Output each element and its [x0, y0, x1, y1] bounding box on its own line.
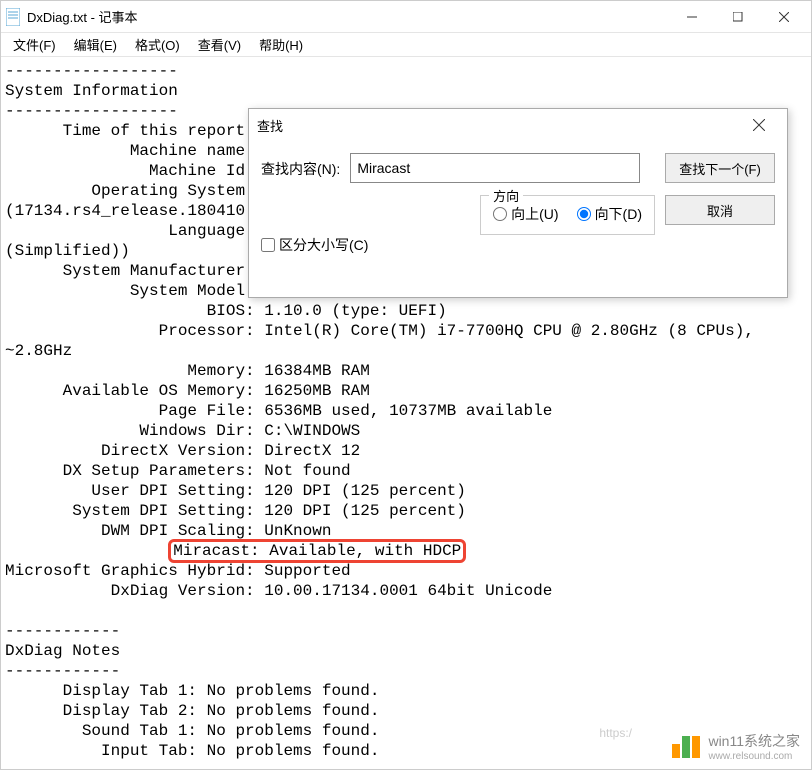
text-line: (17134.rs4_release.180410: [5, 202, 245, 220]
find-dialog-body: 查找内容(N): 查找下一个(F) 区分大小写(C) 方向 向上(U) 向下(D…: [249, 141, 787, 267]
text-line: ------------: [5, 662, 120, 680]
text-line: Machine name: [5, 142, 245, 160]
text-line: DxDiag Version: 10.00.17134.0001 64bit U…: [5, 582, 552, 600]
match-case-label: 区分大小写(C): [279, 235, 368, 255]
text-line: ------------: [5, 622, 120, 640]
text-line: BIOS: 1.10.0 (type: UEFI): [5, 302, 447, 320]
find-label: 查找内容(N):: [261, 153, 340, 179]
footer-url: https:/: [599, 726, 632, 740]
text-line: ~2.8GHz: [5, 342, 72, 360]
text-line: Sound Tab 1: No problems found.: [5, 722, 379, 740]
find-dialog-close-button[interactable]: [739, 111, 779, 139]
text-line: System Manufacturer: [5, 262, 245, 280]
find-next-button[interactable]: 查找下一个(F): [665, 153, 775, 183]
match-case-checkbox[interactable]: 区分大小写(C): [261, 235, 368, 255]
text-line: Display Tab 2: No problems found.: [5, 702, 379, 720]
find-input[interactable]: [350, 153, 640, 183]
text-line: DX Setup Parameters: Not found: [5, 462, 351, 480]
text-line: Processor: Intel(R) Core(TM) i7-7700HQ C…: [5, 322, 754, 340]
direction-up-input[interactable]: [493, 207, 507, 221]
menu-edit[interactable]: 编辑(E): [66, 33, 125, 56]
window-title: DxDiag.txt - 记事本: [27, 7, 669, 26]
direction-legend: 方向: [489, 186, 523, 205]
find-options-row: 区分大小写(C) 方向 向上(U) 向下(D): [261, 195, 655, 255]
menu-file[interactable]: 文件(F): [5, 33, 64, 56]
text-line: ------------------: [5, 62, 178, 80]
text-line: Microsoft Graphics Hybrid: Supported: [5, 562, 351, 580]
find-dialog-titlebar: 查找: [249, 109, 787, 141]
menubar: 文件(F) 编辑(E) 格式(O) 查看(V) 帮助(H): [1, 33, 811, 57]
text-line: Operating System: [5, 182, 245, 200]
menu-format[interactable]: 格式(O): [127, 33, 188, 56]
direction-group: 方向 向上(U) 向下(D): [480, 195, 655, 235]
find-next-label: 查找下一个(F): [679, 159, 761, 178]
notepad-icon: [5, 7, 21, 27]
menu-view[interactable]: 查看(V): [190, 33, 249, 56]
text-line: Memory: 16384MB RAM: [5, 362, 370, 380]
titlebar: DxDiag.txt - 记事本: [1, 1, 811, 33]
text-line: DirectX Version: DirectX 12: [5, 442, 360, 460]
text-line: DxDiag Notes: [5, 642, 120, 660]
text-line: DWM DPI Scaling: UnKnown: [5, 522, 331, 540]
direction-down-label: 向下(D): [595, 204, 642, 224]
direction-up-radio[interactable]: 向上(U): [493, 204, 558, 224]
text-line: ------------------: [5, 102, 178, 120]
watermark-text: win11系统之家: [708, 733, 800, 749]
watermark: win11系统之家 www.relsound.com: [672, 731, 800, 762]
window-controls: [669, 2, 807, 32]
cancel-label: 取消: [707, 201, 733, 220]
minimize-button[interactable]: [669, 2, 715, 32]
maximize-button[interactable]: [715, 2, 761, 32]
watermark-icon: [672, 736, 700, 758]
text-line: Language: [5, 222, 245, 240]
direction-down-radio[interactable]: 向下(D): [577, 204, 642, 224]
text-line: System Information: [5, 82, 178, 100]
menu-help[interactable]: 帮助(H): [251, 33, 311, 56]
text-line: Input Tab: No problems found.: [5, 742, 379, 760]
direction-down-input[interactable]: [577, 207, 591, 221]
close-button[interactable]: [761, 2, 807, 32]
match-case-input[interactable]: [261, 238, 275, 252]
watermark-sub: www.relsound.com: [708, 751, 800, 762]
text-line: System DPI Setting: 120 DPI (125 percent…: [5, 502, 466, 520]
text-line: System Model: [5, 282, 245, 300]
miracast-highlight: Miracast: Available, with HDCP: [168, 539, 466, 563]
text-line: Windows Dir: C:\WINDOWS: [5, 422, 360, 440]
text-line: Available OS Memory: 16250MB RAM: [5, 382, 370, 400]
watermark-text-block: win11系统之家 www.relsound.com: [708, 731, 800, 762]
find-dialog: 查找 查找内容(N): 查找下一个(F) 区分大小写(C) 方向 向上(U) 向…: [248, 108, 788, 298]
text-line: Page File: 6536MB used, 10737MB availabl…: [5, 402, 552, 420]
text-line: Display Tab 1: No problems found.: [5, 682, 379, 700]
text-line: (Simplified)): [5, 242, 130, 260]
text-line: User DPI Setting: 120 DPI (125 percent): [5, 482, 466, 500]
direction-up-label: 向上(U): [511, 204, 558, 224]
text-line: [5, 542, 168, 560]
cancel-button[interactable]: 取消: [665, 195, 775, 225]
find-dialog-title: 查找: [257, 116, 739, 135]
text-line: Machine Id: [5, 162, 245, 180]
text-line: Time of this report: [5, 122, 245, 140]
